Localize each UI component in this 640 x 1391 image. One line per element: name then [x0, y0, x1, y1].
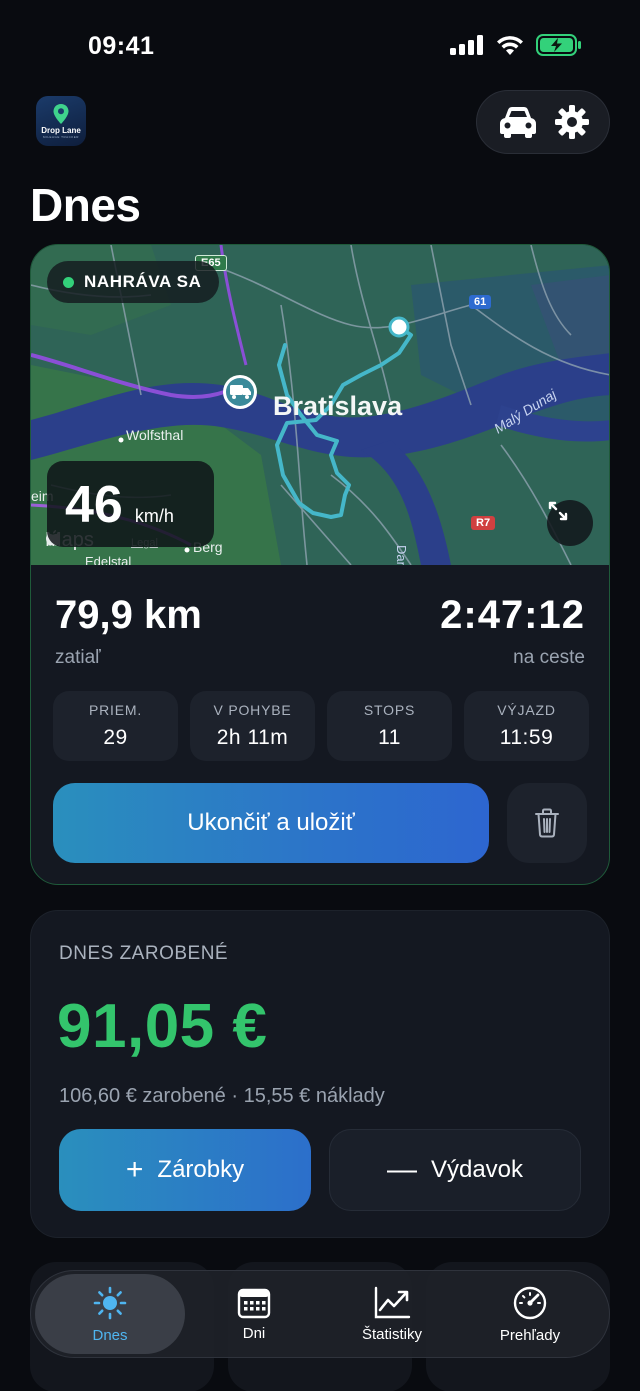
sun-icon	[93, 1286, 127, 1319]
tab-label: Dnes	[92, 1326, 128, 1344]
map-river-dan: Dan	[394, 545, 409, 565]
tab-statistics[interactable]: Štatistiky	[323, 1274, 461, 1354]
map-city-label: Bratislava	[273, 391, 403, 421]
add-earnings-label: Zárobky	[157, 1156, 245, 1183]
status-time: 09:41	[88, 32, 155, 60]
trip-duration: 2:47:12	[440, 593, 585, 637]
top-actions	[476, 90, 610, 154]
recording-status-label: NAHRÁVA SA	[84, 272, 202, 291]
tab-label: Prehľady	[499, 1326, 561, 1344]
road-shield-61: 61	[469, 295, 492, 309]
car-icon[interactable]	[497, 105, 539, 139]
mini-stat-moving-time: V POHYBE 2h 11m	[190, 691, 315, 761]
tab-today[interactable]: Dnes	[35, 1274, 185, 1354]
recording-status-badge: NAHRÁVA SA	[47, 261, 220, 303]
app-logo: Drop Lane MILEAGE TRACKER	[36, 96, 86, 146]
trip-distance: 79,9 km	[55, 593, 202, 637]
recording-dot-icon	[63, 276, 74, 288]
mini-stat-label: V POHYBE	[213, 702, 292, 718]
map-place-edelstal: Edelstal	[85, 554, 132, 565]
calendar-icon	[237, 1288, 271, 1318]
recording-card: E65 61 R7 Bratislava Wolfsthal Berg Edel…	[30, 244, 610, 885]
add-expense-button[interactable]: — Výdavok	[329, 1129, 581, 1211]
mini-stat-value: 2h 11m	[216, 726, 289, 749]
earnings-label: DNES ZAROBENÉ	[59, 943, 229, 964]
tab-label: Štatistiky	[361, 1325, 422, 1343]
earnings-card: DNES ZAROBENÉ 91,05 € 106,60 € zarobené …	[30, 910, 610, 1238]
delete-trip-button[interactable]	[507, 783, 587, 863]
trip-map[interactable]: E65 61 R7 Bratislava Wolfsthal Berg Edel…	[31, 245, 609, 565]
mini-stat-stops: STOPS 11	[327, 691, 452, 761]
logo-subtitle: MILEAGE TRACKER	[43, 135, 79, 139]
gauge-icon	[513, 1286, 547, 1319]
expand-arrows-icon	[548, 501, 568, 521]
chart-icon	[374, 1286, 411, 1318]
add-earnings-button[interactable]: + Zárobky	[59, 1129, 311, 1211]
wifi-icon	[497, 35, 523, 55]
battery-charging-icon	[536, 34, 581, 56]
earnings-amount: 91,05 €	[57, 992, 268, 1061]
status-icons	[450, 34, 582, 56]
tab-days[interactable]: Dni	[185, 1274, 323, 1354]
plus-icon: +	[125, 1153, 144, 1186]
page-title: Dnes	[30, 179, 141, 231]
trip-distance-label: zatiaľ	[55, 647, 101, 668]
road-shield-r7: R7	[471, 516, 496, 530]
mini-stat-value: 11:59	[499, 726, 554, 749]
add-expense-label: Výdavok	[430, 1156, 524, 1183]
status-bar: 09:41	[0, 0, 640, 90]
speed-unit: km/h	[134, 506, 174, 526]
speed-value: 46	[65, 476, 123, 534]
map-place-wolfsthal: Wolfsthal	[126, 427, 184, 443]
mini-stat-label: STOPS	[363, 702, 416, 718]
speed-readout: 46 km/h	[47, 461, 214, 547]
trip-duration-label: na ceste	[513, 647, 585, 668]
mini-stat-departure: VÝJAZD 11:59	[464, 691, 589, 761]
earnings-detail: 106,60 € zarobené · 15,55 € náklady	[59, 1085, 385, 1107]
tab-overviews[interactable]: Prehľady	[461, 1274, 599, 1354]
tab-label: Dni	[242, 1324, 266, 1342]
mini-stat-label: VÝJAZD	[497, 702, 556, 718]
expand-map-button[interactable]	[547, 500, 593, 546]
mini-stat-value: 11	[378, 726, 401, 749]
trash-icon	[535, 808, 559, 838]
finish-and-save-button[interactable]: Ukončiť a uložiť	[53, 783, 489, 863]
mini-stat-label: PRIEM.	[88, 702, 143, 718]
location-pin-icon	[53, 104, 69, 124]
logo-name: Drop Lane	[41, 126, 81, 135]
gear-icon[interactable]	[554, 104, 590, 140]
mini-stat-average-speed: PRIEM. 29	[53, 691, 178, 761]
trip-mini-stats: PRIEM. 29 V POHYBE 2h 11m STOPS 11 VÝJAZ…	[53, 691, 589, 761]
minus-icon: —	[386, 1153, 417, 1186]
mini-stat-value: 29	[103, 726, 128, 749]
cellular-signal-icon	[450, 35, 483, 55]
tab-bar: Dnes Dni Štatistiky Prehľady	[30, 1270, 610, 1358]
